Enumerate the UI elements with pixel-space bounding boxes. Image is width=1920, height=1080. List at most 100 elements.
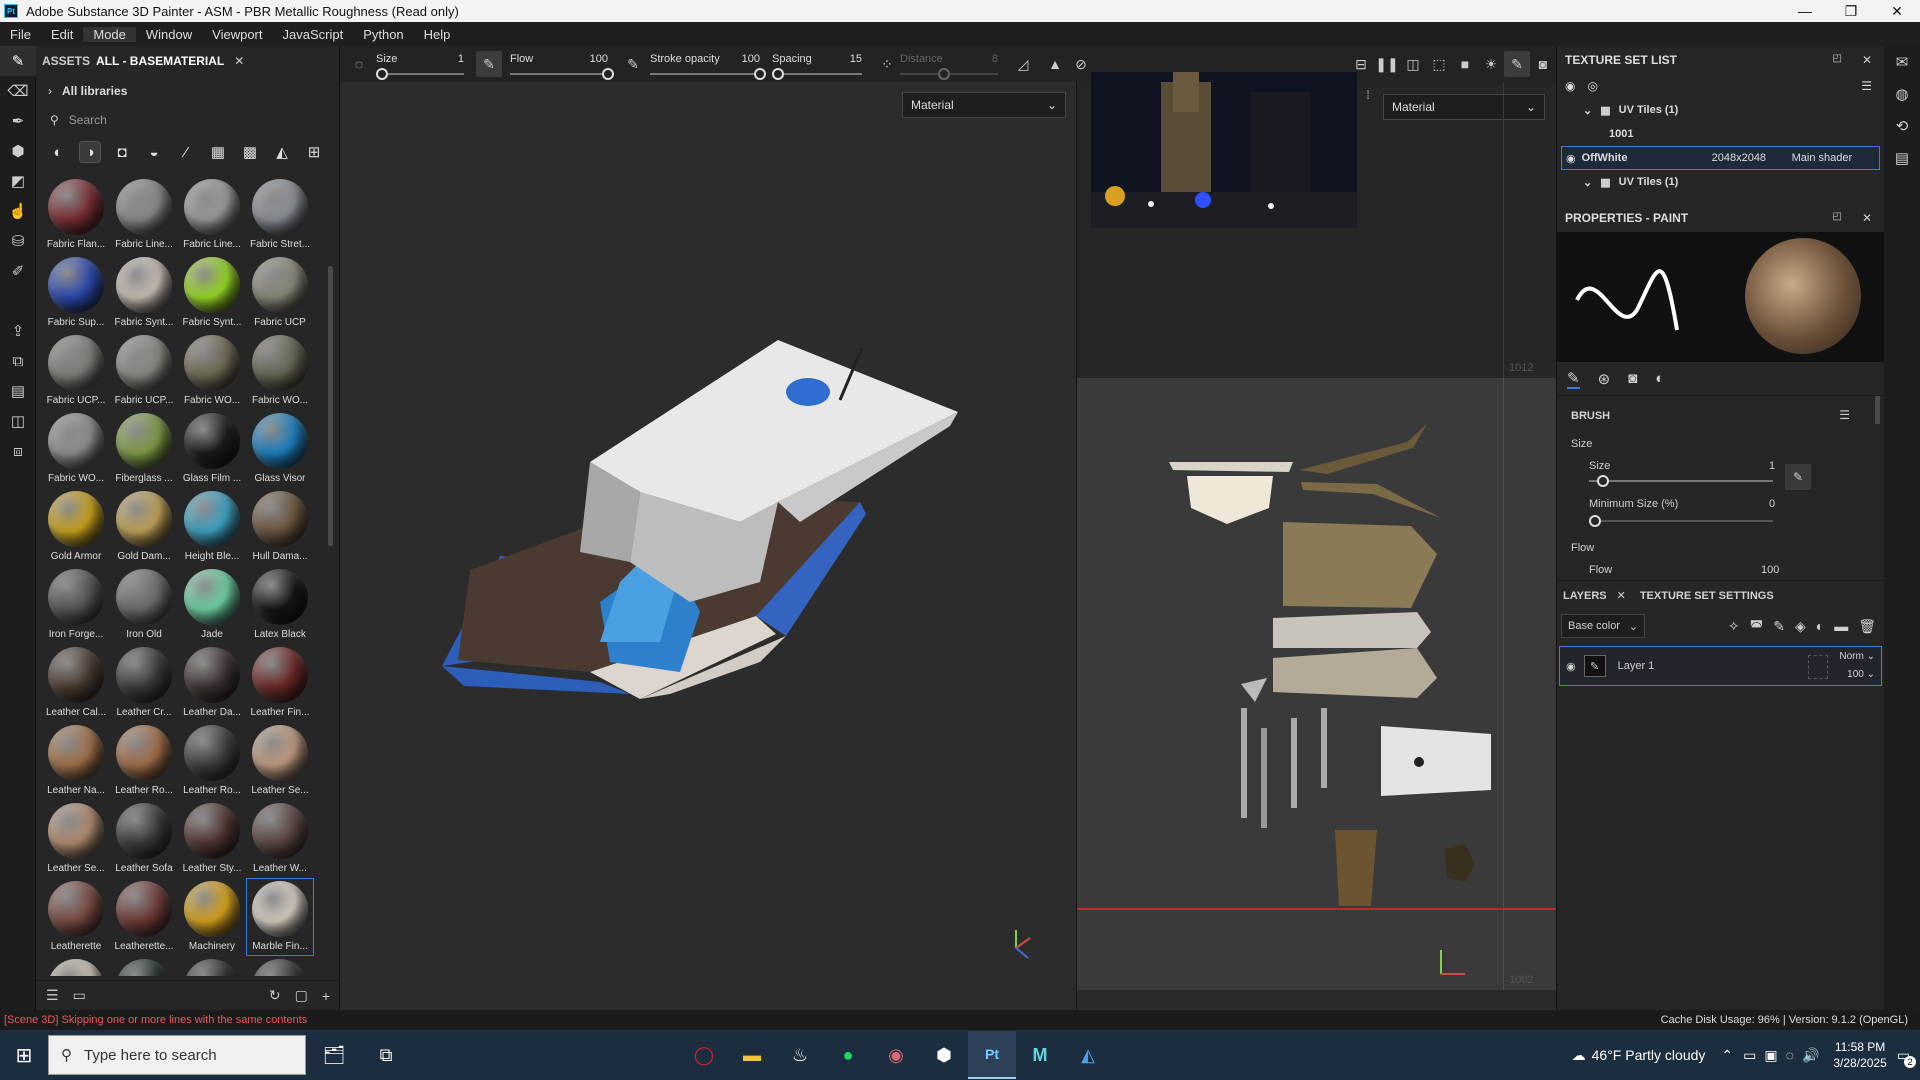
export-icon[interactable]: ⇪ — [0, 316, 36, 346]
toolbar-size-param[interactable]: Size 1 — [376, 53, 464, 80]
material-tile[interactable]: Gold Dam... — [110, 488, 178, 566]
stencil-tab-icon[interactable]: ◙ — [1628, 370, 1637, 387]
add-mask-icon[interactable]: ◚ — [1750, 618, 1764, 635]
particle-filter-icon[interactable]: ▦ — [208, 142, 228, 162]
material-tile[interactable]: Fabric UCP... — [42, 332, 110, 410]
bake-icon[interactable]: ⧉ — [0, 346, 36, 376]
uv-tiles-group-2[interactable]: ⌄ ▦ UV Tiles (1) — [1557, 170, 1884, 194]
asset-scrollbar[interactable] — [328, 266, 333, 546]
toolbar-stroke-opacity-param[interactable]: Stroke opacity 100 — [650, 53, 766, 80]
view-mode-icon[interactable]: ▭ — [73, 987, 86, 1004]
material-tile[interactable]: Fabric WO... — [42, 410, 110, 488]
layer-row[interactable]: ◉ ✎ Layer 1 Norm ⌄ 100 ⌄ — [1559, 646, 1882, 686]
material-tile[interactable]: Fabric Sup... — [42, 254, 110, 332]
close-window-button[interactable]: ✕ — [1874, 3, 1920, 20]
material-tile[interactable]: Marble Fin... — [246, 878, 314, 956]
brush-filter-icon[interactable]: ⁄ — [176, 142, 196, 162]
menu-mode[interactable]: Mode — [83, 26, 136, 42]
symmetry-icon[interactable]: ▲ — [1042, 51, 1068, 77]
all-filter-icon[interactable]: ⊞ — [304, 142, 324, 162]
undock-icon[interactable]: ◰ — [1833, 211, 1842, 222]
taskbar-search[interactable]: ⚲ Type here to search — [48, 1035, 306, 1075]
assets-search[interactable]: ⚲ Search — [36, 106, 339, 134]
geometry-fill-tool-icon[interactable]: ⬢ — [0, 136, 36, 166]
camera-projection-icon[interactable]: ⬚ — [1426, 51, 1452, 77]
menu-help[interactable]: Help — [414, 27, 461, 42]
clone-tool-icon[interactable]: ⛁ — [0, 226, 36, 256]
alpha-tab-icon[interactable]: ⊛ — [1598, 370, 1611, 388]
material-tile[interactable]: Leather Cal... — [42, 644, 110, 722]
projection-tool-icon[interactable]: ✒ — [0, 106, 36, 136]
material-tile[interactable]: Hull Dama... — [246, 488, 314, 566]
material-tile[interactable]: Fabric Synt... — [110, 254, 178, 332]
close-filter-icon[interactable]: ✕ — [234, 54, 244, 68]
texture-set-settings-tab[interactable]: TEXTURE SET SETTINGS — [1640, 590, 1774, 602]
brush-tab-icon[interactable]: ✎ — [1567, 369, 1580, 389]
menu-python[interactable]: Python — [353, 27, 413, 42]
uv-tiles-group[interactable]: ⌄ ▦ UV Tiles (1) — [1557, 98, 1884, 122]
comment-icon[interactable]: ✉ — [1884, 46, 1920, 78]
material-tile[interactable]: Leather W... — [246, 800, 314, 878]
close-panel-icon[interactable]: ✕ — [1862, 53, 1872, 67]
texture-set-row[interactable]: ◉ OffWhite 2048x2048 Main shader — [1561, 146, 1880, 170]
windows-start-icon[interactable]: ⊞ — [0, 1043, 48, 1068]
visibility-icon[interactable]: ◉ — [1566, 152, 1576, 165]
viewport-2d[interactable]: ⁞ Material ⌄ 1012 1002 — [1076, 72, 1557, 1010]
weather-icon[interactable]: ☁ — [1572, 1047, 1586, 1064]
material-tile[interactable]: Machinery — [178, 878, 246, 956]
opacity-dropdown[interactable]: 100 ⌄ — [1847, 669, 1875, 680]
clock[interactable]: 11:58 PM 3/28/2025 — [1833, 1039, 1886, 1071]
assets-filter-tab[interactable]: ALL - BASEMATERIAL — [96, 54, 224, 68]
material-tile[interactable]: Leather Sty... — [178, 800, 246, 878]
menu-viewport[interactable]: Viewport — [202, 27, 272, 42]
pen-pressure-flow-icon[interactable]: ✎ — [620, 51, 646, 77]
pause-engine-icon[interactable]: ❚❚ — [1374, 51, 1400, 77]
shelf-icon[interactable]: ⧈ — [0, 436, 36, 466]
material-tile[interactable]: Fabric Line... — [178, 176, 246, 254]
texture-filter-icon[interactable]: ▩ — [240, 142, 260, 162]
material-tile[interactable]: Glass Film ... — [178, 410, 246, 488]
material-tile[interactable] — [178, 956, 246, 976]
minimize-button[interactable]: — — [1782, 3, 1828, 19]
material-tile[interactable]: Leather Da... — [178, 644, 246, 722]
material-tile[interactable]: Fabric Stret... — [246, 176, 314, 254]
delete-layer-icon[interactable]: 🗑 — [1858, 618, 1876, 635]
material-tile[interactable]: Leatherette — [42, 878, 110, 956]
color-picker-tool-icon[interactable]: ✐ — [0, 256, 36, 286]
refresh-icon[interactable]: ↻ — [269, 987, 281, 1004]
show-hidden-icons-icon[interactable]: ⌃ — [1721, 1047, 1733, 1064]
visibility-icon[interactable]: ◉ — [1566, 660, 1576, 673]
paint-mode-icon[interactable]: ✎ — [1504, 51, 1530, 77]
display-settings-icon[interactable]: ◫ — [0, 406, 36, 436]
paint-brush-tool-icon[interactable]: ✎ — [0, 46, 36, 76]
material-tile[interactable]: Leather Sofa — [110, 800, 178, 878]
camera-icon[interactable]: ■ — [1452, 51, 1478, 77]
properties-scrollbar[interactable] — [1875, 396, 1880, 424]
texture-set-shader[interactable]: Main shader — [1792, 152, 1853, 164]
texture-set-menu-icon[interactable]: ☰ — [1861, 79, 1872, 93]
material-tile[interactable]: Fabric Line... — [110, 176, 178, 254]
pen-pressure-size-icon[interactable]: ✎ — [476, 51, 502, 77]
folder-icon[interactable]: ▢ — [295, 987, 308, 1004]
material-tile[interactable]: Leather Ro... — [110, 722, 178, 800]
material-tab-icon[interactable]: ◐ — [1655, 370, 1664, 387]
menu-file[interactable]: File — [0, 27, 41, 42]
smart-material-filter-icon[interactable]: ◐ — [48, 142, 68, 162]
task-view-icon[interactable]: ⧉ — [362, 1031, 410, 1079]
volume-icon[interactable]: 🔊 — [1802, 1047, 1819, 1064]
close-tab-icon[interactable]: ✕ — [1617, 589, 1626, 602]
smart-mask-filter-icon[interactable]: ◒ — [144, 142, 164, 162]
notification-icon[interactable]: ▭ 2 — [1897, 1047, 1916, 1068]
material-tile[interactable]: Fabric UCP — [246, 254, 314, 332]
environment-filter-icon[interactable]: ◭ — [272, 142, 292, 162]
lazy-mouse-icon[interactable]: ◌ — [346, 51, 372, 77]
display-icon[interactable]: ▣ — [1764, 1047, 1777, 1064]
material-tile[interactable]: Leather Cr... — [110, 644, 178, 722]
search-input[interactable]: Search — [69, 113, 107, 127]
toolbar-flow-param[interactable]: Flow 100 — [510, 53, 614, 80]
material-tile[interactable]: Fabric WO... — [178, 332, 246, 410]
eraser-tool-icon[interactable]: ⌫ — [0, 76, 36, 106]
spotify-icon[interactable]: ● — [824, 1031, 872, 1079]
photos-icon[interactable]: ◭ — [1064, 1031, 1112, 1079]
history-icon[interactable]: ⟲ — [1884, 110, 1920, 142]
